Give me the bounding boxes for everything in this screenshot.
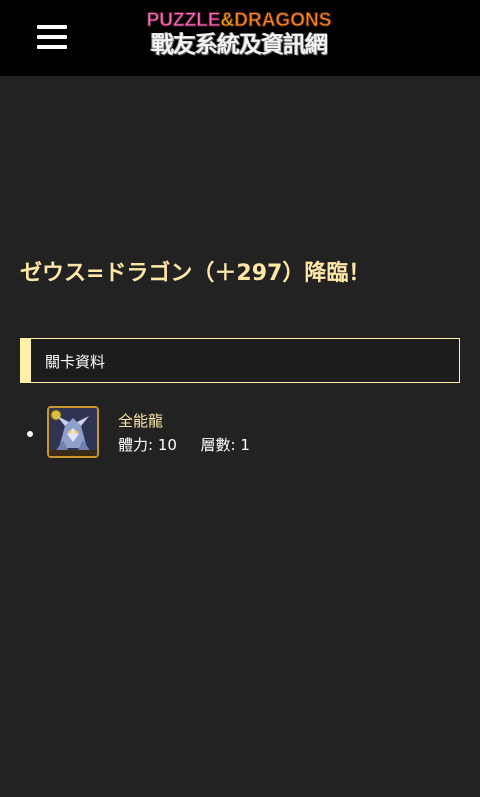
list-item: 全能龍 體力: 10 層數: 1 (25, 404, 465, 462)
logo-title: PUZZLE&DRAGONS (134, 10, 344, 32)
monster-portrait (49, 408, 97, 456)
hamburger-menu-icon[interactable] (37, 25, 67, 49)
logo-ampersand: & (220, 10, 235, 32)
dungeon-list: 全能龍 體力: 10 層數: 1 (25, 404, 465, 462)
menu-line (37, 45, 67, 49)
logo-dragons-text: DRAGONS (234, 10, 332, 32)
section-header-label: 關卡資料 (45, 353, 106, 371)
logo-subtitle: 戰友系統及資訊網 (151, 32, 328, 58)
menu-line (37, 35, 67, 39)
dragon-monster-icon[interactable] (47, 406, 99, 458)
dungeon-name-link[interactable]: 全能龍 (118, 410, 163, 431)
floors-value: 1 (240, 436, 250, 454)
stamina-value: 10 (157, 436, 177, 454)
bullet-icon (27, 431, 33, 437)
logo-puzzle-text: PUZZLE (146, 10, 221, 32)
section-header: 關卡資料 (20, 338, 460, 383)
stamina-label: 體力: (118, 436, 154, 454)
page-title: ゼウス=ドラゴン（＋297）降臨！ (20, 261, 371, 286)
site-logo[interactable]: PUZZLE&DRAGONS 戰友系統及資訊網 (134, 10, 344, 62)
dungeon-stats: 體力: 10 層數: 1 (118, 434, 250, 455)
floors-label: 層數: (200, 436, 236, 454)
menu-line (37, 25, 67, 29)
top-bar: PUZZLE&DRAGONS 戰友系統及資訊網 (0, 0, 480, 76)
